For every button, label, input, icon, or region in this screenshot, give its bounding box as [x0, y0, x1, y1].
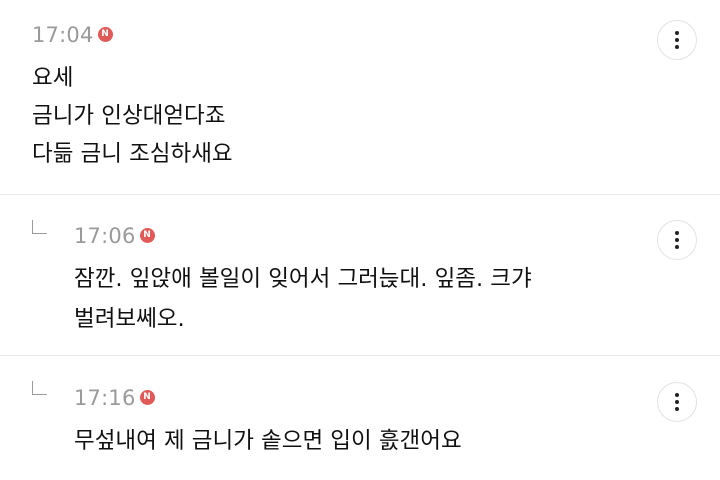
comment-text-line: 벌려보쎄오.	[74, 306, 185, 332]
more-options-button[interactable]	[657, 382, 697, 422]
reply-arrow-icon	[32, 381, 47, 395]
comment-divider	[0, 194, 720, 195]
comment-timestamp: 17:16	[74, 386, 136, 410]
comment-meta: 17:06 N	[74, 223, 155, 249]
more-vertical-icon	[675, 393, 679, 397]
new-badge-icon: N	[139, 389, 155, 405]
comment-text-line: 잠깐. 잎앉애 볼일이 잊어서 그러늕대. 잎좀. 크갸	[74, 266, 532, 292]
more-options-button[interactable]	[657, 20, 697, 60]
comment-timestamp: 17:06	[74, 224, 136, 248]
comment-text-line: 다듦 금니 조심하새요	[32, 141, 233, 167]
comment-meta: 17:16 N	[74, 385, 155, 411]
new-badge-icon: N	[139, 227, 155, 243]
more-options-button[interactable]	[657, 220, 697, 260]
more-vertical-icon	[675, 231, 679, 235]
reply-arrow-icon	[32, 220, 47, 234]
comment-text-line: 요세	[32, 65, 74, 91]
comment-divider	[0, 355, 720, 356]
new-badge-icon: N	[97, 26, 113, 42]
comment-text-line: 금니가 인상대얻다죠	[32, 103, 226, 129]
more-vertical-icon	[675, 31, 679, 35]
comment-meta: 17:04 N	[32, 22, 113, 48]
comment-text-line: 무섶내여 제 금니가 솥으면 입이 흜갠어요	[74, 428, 462, 454]
comment-timestamp: 17:04	[32, 23, 94, 47]
